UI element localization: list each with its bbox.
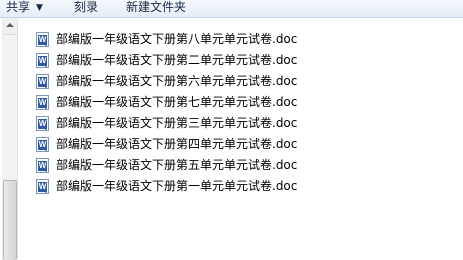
toolbar: 共享 ▼ 刻录 新建文件夹 bbox=[0, 0, 463, 18]
file-name: 部编版一年级语文下册第六单元单元试卷.doc bbox=[56, 74, 298, 88]
file-name: 部编版一年级语文下册第三单元单元试卷.doc bbox=[56, 116, 298, 130]
word-document-icon: W bbox=[36, 116, 49, 131]
new-folder-label: 新建文件夹 bbox=[126, 0, 187, 14]
file-name: 部编版一年级语文下册第七单元单元试卷.doc bbox=[56, 95, 298, 109]
word-document-icon: W bbox=[36, 137, 49, 152]
vertical-scrollbar[interactable] bbox=[2, 18, 18, 260]
word-document-icon: W bbox=[36, 32, 49, 47]
scroll-up-arrow-icon[interactable] bbox=[2, 18, 17, 35]
file-name: 部编版一年级语文下册第四单元单元试卷.doc bbox=[56, 137, 298, 151]
file-name: 部编版一年级语文下册第一单元单元试卷.doc bbox=[56, 179, 298, 193]
share-label: 共享 bbox=[6, 0, 31, 14]
new-folder-button[interactable]: 新建文件夹 bbox=[126, 0, 186, 17]
share-button[interactable]: 共享 ▼ bbox=[6, 0, 43, 17]
scroll-thumb[interactable] bbox=[3, 180, 17, 260]
burn-label: 刻录 bbox=[74, 0, 99, 14]
chevron-down-icon: ▼ bbox=[36, 3, 43, 13]
file-name: 部编版一年级语文下册第八单元单元试卷.doc bbox=[56, 32, 298, 46]
word-document-icon: W bbox=[36, 158, 49, 173]
burn-button[interactable]: 刻录 bbox=[74, 0, 98, 17]
word-document-icon: W bbox=[36, 179, 49, 194]
word-document-icon: W bbox=[36, 74, 49, 89]
word-document-icon: W bbox=[36, 53, 49, 68]
word-document-icon: W bbox=[36, 95, 49, 110]
file-name: 部编版一年级语文下册第二单元单元试卷.doc bbox=[56, 53, 298, 67]
file-name: 部编版一年级语文下册第五单元单元试卷.doc bbox=[56, 158, 298, 172]
